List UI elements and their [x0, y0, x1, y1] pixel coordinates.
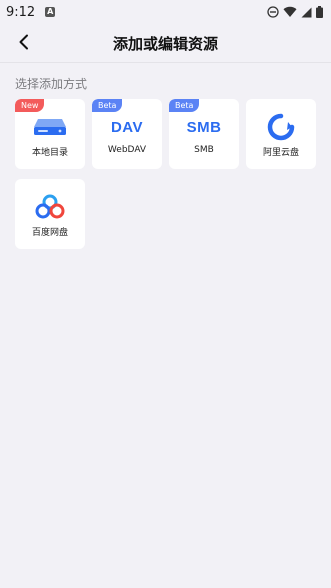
webdav-logo-text: DAV [110, 118, 144, 136]
do-not-disturb-icon [267, 6, 279, 18]
hard-drive-icon [34, 119, 66, 135]
status-time: 9:12 [6, 4, 36, 20]
app-bar: 添加或编辑资源 [0, 24, 331, 62]
status-bar: 9:12 A [0, 0, 331, 24]
smb-logo-text: SMB [186, 118, 222, 136]
wifi-icon [283, 6, 297, 18]
aliyun-drive-icon [267, 113, 295, 141]
source-card-webdav[interactable]: Beta DAV WebDAV [92, 99, 162, 169]
source-card-baidu[interactable]: 百度网盘 [15, 179, 85, 249]
source-card-aliyun[interactable]: 阿里云盘 [246, 99, 316, 169]
beta-badge: Beta [92, 99, 123, 112]
source-label: SMB [194, 145, 214, 155]
source-label: 百度网盘 [31, 228, 68, 238]
section-label: 选择添加方式 [15, 77, 88, 91]
baidu-netdisk-icon [35, 194, 65, 219]
beta-badge: Beta [169, 99, 200, 112]
source-label: 阿里云盘 [262, 148, 299, 158]
back-button[interactable] [12, 30, 36, 54]
status-icons [267, 6, 323, 18]
source-card-local[interactable]: New 本地目录 [15, 99, 85, 169]
header-divider [0, 62, 331, 63]
battery-icon [316, 6, 323, 18]
source-card-smb[interactable]: Beta SMB SMB [169, 99, 239, 169]
page-title: 添加或编辑资源 [112, 34, 218, 53]
chevron-left-icon [19, 34, 28, 50]
signal-icon [301, 7, 312, 17]
new-badge: New [15, 99, 45, 112]
source-label: 本地目录 [31, 148, 68, 158]
webdav-icon: DAV [92, 113, 162, 141]
smb-icon: SMB [169, 113, 239, 141]
source-label: WebDAV [107, 145, 147, 155]
notification-a-icon: A [45, 7, 56, 17]
